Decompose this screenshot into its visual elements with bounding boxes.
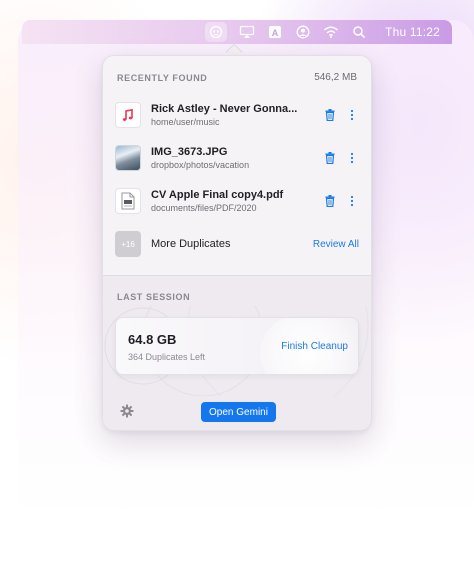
music-file-icon xyxy=(115,102,141,128)
more-options-icon[interactable] xyxy=(345,108,359,122)
photo-thumbnail xyxy=(115,145,141,171)
review-all-link[interactable]: Review All xyxy=(313,239,359,250)
airplay-icon[interactable] xyxy=(239,24,255,40)
recently-found-heading: RECENTLY FOUND xyxy=(117,72,208,83)
wifi-icon[interactable] xyxy=(323,24,339,40)
more-duplicates-badge: +16 xyxy=(115,231,141,257)
trash-icon[interactable] xyxy=(323,194,337,208)
item-title: CV Apple Final copy4.pdf xyxy=(151,189,284,201)
session-duplicates-left: 364 Duplicates Left xyxy=(128,352,206,362)
recently-found-total-size: 546,2 MB xyxy=(314,72,357,83)
gear-icon[interactable] xyxy=(120,404,134,418)
item-title: Rick Astley - Never Gonna... xyxy=(151,103,298,115)
last-session-card: 64.8 GB 364 Duplicates Left Finish Clean… xyxy=(115,317,359,375)
trash-icon[interactable] xyxy=(323,151,337,165)
open-gemini-button[interactable]: Open Gemini xyxy=(201,402,276,422)
item-path: dropbox/photos/vacation xyxy=(151,160,250,170)
user-icon[interactable] xyxy=(295,24,311,40)
more-duplicates-row: +16 More Duplicates Review All xyxy=(115,227,359,261)
item-title: IMG_3673.JPG xyxy=(151,146,228,158)
more-options-icon[interactable] xyxy=(345,194,359,208)
last-session-heading: LAST SESSION xyxy=(117,292,191,302)
search-icon[interactable] xyxy=(351,24,367,40)
session-size: 64.8 GB xyxy=(128,332,177,347)
item-path: documents/files/PDF/2020 xyxy=(151,203,257,213)
trash-icon[interactable] xyxy=(323,108,337,122)
recently-found-header: RECENTLY FOUND 546,2 MB xyxy=(117,72,357,83)
gemini-popover: RECENTLY FOUND 546,2 MB Rick Astley - Ne… xyxy=(102,55,372,431)
more-options-icon[interactable] xyxy=(345,151,359,165)
list-item-pdf[interactable]: CV Apple Final copy4.pdf documents/files… xyxy=(115,184,359,218)
menu-bar-clock[interactable]: Thu 11:22 xyxy=(385,25,440,39)
list-item-music[interactable]: Rick Astley - Never Gonna... home/user/m… xyxy=(115,98,359,132)
gemini-icon[interactable] xyxy=(205,22,228,42)
last-session-header: LAST SESSION xyxy=(117,292,357,302)
menu-bar: A Thu 11:22 xyxy=(22,20,452,44)
input-source-icon[interactable]: A xyxy=(267,24,283,40)
pdf-file-icon xyxy=(115,188,141,214)
list-item-photo[interactable]: IMG_3673.JPG dropbox/photos/vacation xyxy=(115,141,359,175)
item-path: home/user/music xyxy=(151,117,220,127)
input-source-label: A xyxy=(271,27,279,38)
more-duplicates-label: More Duplicates xyxy=(151,238,231,250)
finish-cleanup-button[interactable]: Finish Cleanup xyxy=(281,341,348,352)
